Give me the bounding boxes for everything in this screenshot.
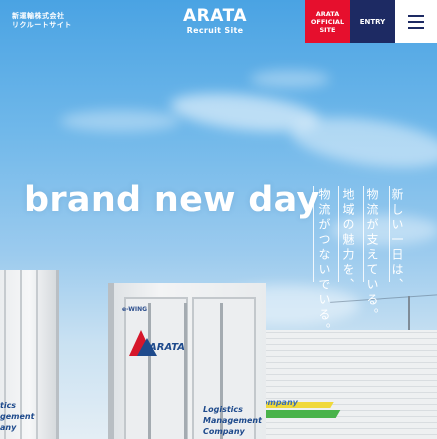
warehouse-text: ompany — [262, 398, 298, 407]
cloud — [250, 70, 330, 88]
hero-image: ompany tics gement any e-WING ARATA Logi… — [0, 0, 437, 439]
door-bar — [148, 303, 151, 439]
utility-pole — [408, 296, 410, 334]
cloud — [60, 110, 180, 132]
official-site-button[interactable]: ARATA OFFICIAL SITE — [305, 0, 350, 43]
arata-truck-logo-icon: ARATA — [129, 330, 185, 356]
hamburger-icon — [408, 13, 424, 31]
hero-heading: brand new day — [24, 180, 320, 220]
hero-copy-line-3: 地域の魅力を、 — [341, 188, 355, 293]
vertical-divider — [313, 186, 314, 282]
truck-door-left — [124, 297, 188, 439]
menu-button[interactable] — [395, 0, 437, 43]
hero-copy-line-4: 物流がつないでいる。 — [317, 188, 331, 338]
site-header: 新運輸株式会社 リクルートサイト ARATA Recruit Site ARAT… — [0, 0, 437, 43]
truck-wing-label: e-WING — [122, 306, 148, 313]
vertical-divider — [338, 186, 339, 282]
company-name[interactable]: 新運輸株式会社 リクルートサイト — [12, 12, 72, 30]
cloud — [287, 109, 437, 176]
warehouse-building — [240, 330, 437, 439]
door-bar — [184, 303, 187, 439]
truck-tagline: Logistics Management Company — [203, 405, 262, 436]
left-truck-tagline: tics gement any — [0, 401, 35, 432]
entry-button[interactable]: ENTRY — [350, 0, 395, 43]
warehouse-stripe-green — [255, 410, 341, 418]
site-logo[interactable]: ARATA Recruit Site — [174, 6, 256, 35]
truck-logo-text: ARATA — [148, 342, 185, 353]
hero-copy-line-2: 物流が支えている。 — [365, 188, 379, 323]
hero-copy-line-1: 新しい一日は、 — [390, 188, 404, 293]
